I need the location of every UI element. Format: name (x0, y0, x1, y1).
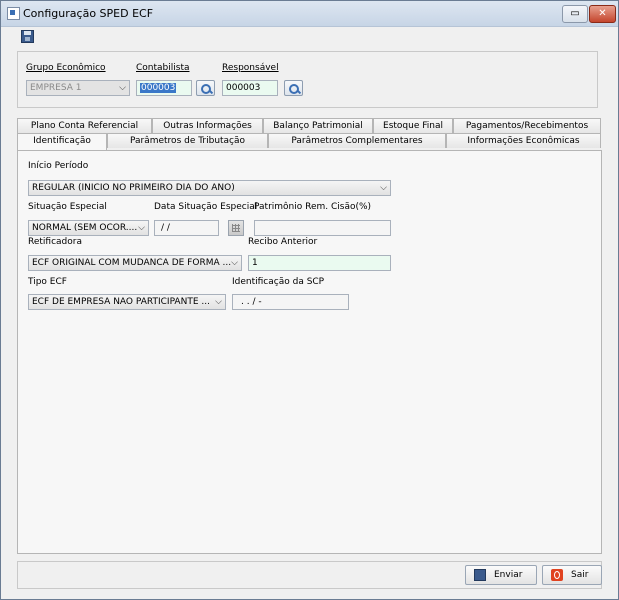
retificadora-select[interactable]: ECF ORIGINAL COM MUDANCA DE FORMA ... ⌵ (28, 255, 242, 271)
enviar-button[interactable]: Enviar (465, 565, 537, 585)
grupo-economico-label: Grupo Econômico (26, 63, 106, 73)
data-situacao-especial-label: Data Situação Especial (154, 202, 258, 212)
recibo-anterior-field[interactable]: 1 (248, 255, 391, 271)
data-situacao-especial-value: / / (161, 223, 170, 233)
window-title: Configuração SPED ECF (23, 7, 154, 20)
chevron-down-icon: ⌵ (380, 183, 387, 193)
tab-plano-conta-referencial[interactable]: Plano Conta Referencial (17, 118, 152, 133)
identificacao-scp-value: . . / - (241, 297, 262, 307)
retificadora-label: Retificadora (28, 237, 82, 247)
inicio-periodo-select[interactable]: REGULAR (INICIO NO PRIMEIRO DIA DO ANO) … (28, 180, 391, 196)
save-icon[interactable] (21, 30, 34, 43)
responsavel-field[interactable]: 000003 (222, 80, 278, 96)
identificacao-scp-label: Identificação da SCP (232, 277, 325, 287)
chevron-down-icon: ⌵ (231, 258, 238, 268)
footer-panel: Enviar Sair (17, 561, 602, 589)
tab-pagamentos-recebimentos[interactable]: Pagamentos/Recebimentos (453, 118, 601, 133)
tab-parametros-complementares[interactable]: Parâmetros Complementares (268, 133, 446, 148)
main-window: Configuração SPED ECF ▭ ✕ Grupo Econômic… (0, 0, 619, 600)
situacao-especial-value: NORMAL (SEM OCOR.... (32, 223, 138, 233)
identificacao-scp-field[interactable]: . . / - (232, 294, 349, 310)
chevron-down-icon: ⌵ (119, 83, 126, 93)
enviar-label: Enviar (494, 570, 523, 580)
responsavel-value: 000003 (226, 83, 261, 93)
tab-outras-informacoes[interactable]: Outras Informações (152, 118, 263, 133)
tipo-ecf-value: ECF DE EMPRESA NAO PARTICIPANTE ... (32, 297, 210, 307)
contabilista-value: 000003 (140, 83, 177, 93)
retificadora-value: ECF ORIGINAL COM MUDANCA DE FORMA ... (32, 258, 232, 268)
tab-identificacao[interactable]: Identificação (17, 133, 107, 150)
patrimonio-cisao-label: Patrimônio Rem. Cisão(%) (254, 202, 372, 212)
save-icon (474, 569, 486, 581)
grupo-economico-value: EMPRESA 1 (30, 83, 82, 93)
responsavel-label: Responsável (222, 63, 279, 73)
grupo-economico-select: EMPRESA 1 ⌵ (26, 80, 130, 96)
responsavel-search-icon[interactable] (284, 80, 303, 96)
tab-estoque-final[interactable]: Estoque Final (373, 118, 453, 133)
recibo-anterior-label: Recibo Anterior (248, 237, 318, 247)
title-bar: Configuração SPED ECF ▭ ✕ (1, 1, 618, 27)
inicio-periodo-label: Início Período (28, 161, 89, 171)
chevron-down-icon: ⌵ (215, 297, 222, 307)
data-situacao-especial-field[interactable]: / / (154, 220, 219, 236)
tab-informacoes-economicas[interactable]: Informações Econômicas (446, 133, 601, 148)
calendar-icon[interactable] (228, 220, 244, 236)
tab-balanco-patrimonial[interactable]: Balanço Patrimonial (263, 118, 373, 133)
chevron-down-icon: ⌵ (138, 223, 145, 233)
tipo-ecf-select[interactable]: ECF DE EMPRESA NAO PARTICIPANTE ... ⌵ (28, 294, 226, 310)
identificacao-panel: Início Período REGULAR (INICIO NO PRIMEI… (17, 150, 602, 554)
tipo-ecf-label: Tipo ECF (28, 277, 67, 287)
recibo-anterior-value: 1 (252, 258, 258, 268)
header-panel: Grupo Econômico EMPRESA 1 ⌵ Contabilista… (17, 51, 598, 108)
restore-button[interactable]: ▭ (562, 5, 588, 23)
inicio-periodo-value: REGULAR (INICIO NO PRIMEIRO DIA DO ANO) (32, 183, 235, 193)
contabilista-search-icon[interactable] (196, 80, 215, 96)
situacao-especial-select[interactable]: NORMAL (SEM OCOR.... ⌵ (28, 220, 149, 236)
sair-button[interactable]: Sair (542, 565, 602, 585)
contabilista-label: Contabilista (136, 63, 190, 73)
tab-strip: Plano Conta Referencial Outras Informaçõ… (17, 118, 602, 151)
situacao-especial-label: Situação Especial (28, 202, 107, 212)
patrimonio-cisao-field[interactable] (254, 220, 391, 236)
app-icon (7, 7, 20, 20)
sair-label: Sair (571, 570, 589, 580)
power-icon (551, 569, 563, 581)
tab-parametros-tributacao[interactable]: Parâmetros de Tributação (107, 133, 268, 148)
close-button[interactable]: ✕ (589, 5, 616, 23)
contabilista-field[interactable]: 000003 (136, 80, 192, 96)
